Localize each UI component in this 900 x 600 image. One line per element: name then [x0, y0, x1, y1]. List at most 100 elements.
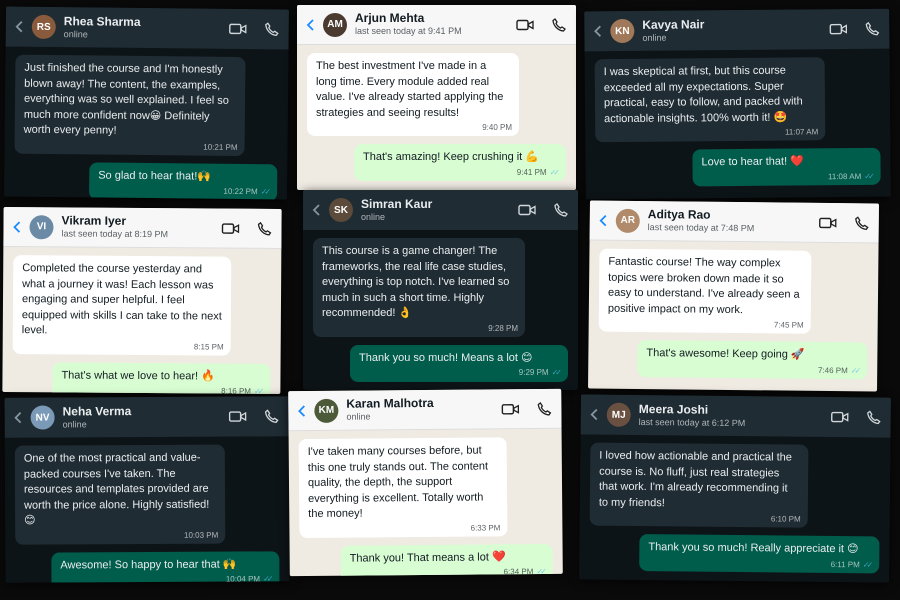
chevron-left-icon[interactable] — [596, 211, 610, 229]
avatar[interactable]: AR — [615, 208, 640, 233]
video-camera-icon[interactable] — [829, 21, 848, 37]
outgoing-message[interactable]: Thank you so much! Really appreciate it … — [639, 534, 880, 574]
avatar[interactable]: MJ — [606, 402, 631, 427]
message-list: This course is a game changer! The frame… — [303, 230, 578, 390]
message-time: 7:46 PM — [817, 365, 848, 375]
message-time: 6:34 PM — [503, 567, 534, 577]
chevron-left-icon[interactable] — [303, 16, 317, 34]
chat-card-arjun-mehta: AM Arjun Mehta last seen today at 9:41 P… — [297, 5, 576, 190]
chevron-left-icon[interactable] — [11, 409, 25, 427]
outgoing-message[interactable]: That's what we love to hear! 🔥 8:16 PM ✓✓ — [52, 362, 271, 394]
incoming-message[interactable]: I was skeptical at first, but this cours… — [594, 57, 826, 143]
message-time: 8:15 PM — [193, 342, 224, 352]
chat-card-simran-kaur: SK Simran Kaur online This course is a g… — [303, 190, 578, 390]
incoming-message[interactable]: The best investment I've made in a long … — [307, 53, 519, 137]
avatar[interactable]: KN — [610, 18, 635, 44]
message-time: 10:21 PM — [203, 142, 238, 152]
message-time: 8:16 PM — [221, 386, 251, 394]
message-text: I was skeptical at first, but this cours… — [603, 64, 803, 125]
contact-status: online — [63, 28, 88, 40]
contact-info[interactable]: Neha Verma online — [63, 404, 229, 429]
chat-header: MJ Meera Joshi last seen today at 6:12 P… — [580, 394, 891, 438]
video-camera-icon[interactable] — [831, 409, 849, 425]
incoming-message[interactable]: I loved how actionable and practical the… — [589, 442, 809, 529]
chevron-left-icon[interactable] — [9, 218, 23, 236]
outgoing-message[interactable]: So glad to hear that!🙌 10:22 PM ✓✓ — [88, 162, 278, 200]
phone-icon[interactable] — [552, 202, 570, 218]
message-time: 7:45 PM — [773, 320, 804, 330]
video-camera-icon[interactable] — [228, 408, 247, 424]
phone-icon[interactable] — [263, 408, 281, 424]
chat-header: SK Simran Kaur online — [303, 190, 578, 230]
message-list: Completed the course yesterday and what … — [2, 247, 281, 394]
avatar[interactable]: AM — [323, 12, 347, 37]
message-text: Awesome! So happy to hear that 🙌 — [60, 558, 237, 572]
avatar[interactable]: SK — [329, 198, 353, 222]
contact-info[interactable]: Karan Malhotra online — [346, 396, 501, 422]
double-check-icon: ✓✓ — [549, 167, 561, 177]
phone-icon[interactable] — [863, 21, 881, 37]
incoming-message[interactable]: This course is a game changer! The frame… — [313, 238, 525, 338]
chevron-left-icon[interactable] — [590, 22, 604, 40]
contact-info[interactable]: Aditya Rao last seen today at 7:48 PM — [648, 208, 819, 235]
video-camera-icon[interactable] — [221, 220, 240, 236]
phone-icon[interactable] — [853, 215, 871, 231]
message-time: 11:08 AM — [827, 171, 862, 181]
message-time: 10:03 PM — [183, 530, 219, 540]
chevron-left-icon[interactable] — [12, 18, 26, 36]
contact-info[interactable]: Kavya Nair online — [642, 17, 829, 43]
double-check-icon: ✓✓ — [253, 387, 262, 394]
outgoing-message[interactable]: That's awesome! Keep going 🚀 7:46 PM ✓✓ — [637, 340, 868, 380]
message-time: 9:28 PM — [488, 323, 518, 333]
message-list: I was skeptical at first, but this cours… — [585, 49, 891, 200]
contact-status: online — [642, 32, 667, 43]
video-camera-icon[interactable] — [501, 401, 520, 417]
message-text: One of the most practical and value-pack… — [23, 451, 210, 528]
incoming-message[interactable]: One of the most practical and value-pack… — [14, 444, 226, 545]
contact-status: last seen today at 9:41 PM — [355, 26, 462, 37]
outgoing-message[interactable]: Awesome! So happy to hear that 🙌 10:04 P… — [51, 551, 280, 583]
chevron-left-icon[interactable] — [294, 402, 308, 420]
message-time: 9:29 PM — [518, 368, 549, 378]
phone-icon[interactable] — [550, 17, 568, 33]
video-camera-icon[interactable] — [518, 202, 536, 218]
chat-card-kavya-nair: KN Kavya Nair online I was skeptical at … — [584, 8, 891, 200]
avatar[interactable]: NV — [30, 405, 55, 430]
incoming-message[interactable]: Fantastic course! The way complex topics… — [598, 248, 812, 335]
chat-header: AM Arjun Mehta last seen today at 9:41 P… — [297, 5, 576, 45]
outgoing-message[interactable]: That's amazing! Keep crushing it 💪 9:41 … — [354, 144, 566, 182]
outgoing-message[interactable]: Thank you! That means a lot ❤️ 6:34 PM ✓✓ — [340, 543, 553, 577]
video-camera-icon[interactable] — [516, 17, 534, 33]
contact-info[interactable]: Meera Joshi last seen today at 6:12 PM — [639, 402, 831, 429]
avatar[interactable]: RS — [31, 14, 56, 40]
chevron-left-icon[interactable] — [309, 201, 323, 219]
chat-header: AR Aditya Rao last seen today at 7:48 PM — [589, 200, 879, 244]
message-text: Love to hear that! ❤️ — [701, 155, 804, 169]
phone-icon[interactable] — [865, 409, 883, 425]
avatar[interactable]: VI — [29, 214, 54, 239]
contact-name: Karan Malhotra — [346, 396, 434, 412]
video-camera-icon[interactable] — [819, 214, 837, 230]
contact-info[interactable]: Rhea Sharma online — [63, 14, 229, 41]
message-text: That's awesome! Keep going 🚀 — [646, 347, 805, 362]
chevron-left-icon[interactable] — [587, 405, 601, 423]
message-list: One of the most practical and value-pack… — [5, 436, 290, 583]
video-camera-icon[interactable] — [229, 21, 247, 37]
message-text: Thank you! That means a lot ❤️ — [349, 551, 506, 565]
incoming-message[interactable]: I've taken many courses before, but this… — [298, 437, 508, 539]
contact-info[interactable]: Simran Kaur online — [361, 197, 518, 222]
outgoing-message[interactable]: Thank you so much! Means a lot 😊 9:29 PM… — [350, 345, 568, 382]
avatar[interactable]: KM — [314, 398, 339, 423]
message-text: Completed the course yesterday and what … — [21, 262, 222, 337]
phone-icon[interactable] — [255, 220, 273, 236]
incoming-message[interactable]: Just finished the course and I'm honestl… — [14, 54, 246, 157]
message-text: This course is a game changer! The frame… — [322, 245, 510, 320]
contact-status: online — [361, 211, 386, 222]
phone-icon[interactable] — [535, 400, 553, 416]
contact-info[interactable]: Vikram Iyer last seen today at 8:19 PM — [61, 214, 221, 240]
contact-info[interactable]: Arjun Mehta last seen today at 9:41 PM — [355, 12, 516, 37]
message-text: That's what we love to hear! 🔥 — [61, 369, 215, 383]
phone-icon[interactable] — [263, 21, 281, 37]
outgoing-message[interactable]: Love to hear that! ❤️ 11:08 AM ✓✓ — [692, 148, 881, 187]
incoming-message[interactable]: Completed the course yesterday and what … — [12, 255, 232, 356]
